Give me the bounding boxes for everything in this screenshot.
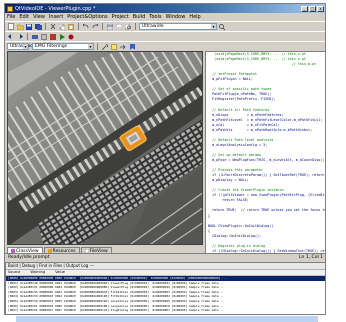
chevron-down-icon[interactable]: ▾ [211, 24, 216, 29]
menu-insert[interactable]: Insert [49, 14, 63, 20]
platform-combo[interactable]: EMG Filterings ▾ [32, 43, 94, 50]
back-arrow-icon[interactable] [7, 33, 15, 41]
save-icon[interactable] [25, 23, 33, 31]
compile-icon[interactable] [31, 33, 39, 41]
menu-file[interactable]: File [7, 14, 15, 20]
menu-bar: File Edit View Insert Project&Options Pr… [5, 13, 325, 21]
status-bar: Ready/Idle prompt Ln 1, Col 1 [5, 253, 325, 261]
minimize-button[interactable]: _ [301, 5, 308, 12]
image-viewer-pane[interactable] [7, 51, 203, 245]
open-folder-icon[interactable] [16, 23, 24, 31]
workspace-icon[interactable] [106, 23, 114, 31]
window-title: QtVideoIDE - ViewerPlugin.cpp * [15, 5, 96, 12]
toolbar-main: Ultrawide ▾ [5, 21, 325, 31]
toolbar-config: Ultrasonic ▾ EMG Filterings ▾ [5, 41, 325, 51]
ide-window: QtVideoIDE - ViewerPlugin.cpp * _ □ x Fi… [4, 3, 326, 315]
app-icon [7, 5, 13, 12]
find-icon[interactable] [218, 23, 226, 31]
paste-icon[interactable] [67, 23, 75, 31]
run-icon[interactable] [58, 33, 66, 41]
menu-project-options[interactable]: Project&Options [67, 14, 107, 20]
toolbar-separator [102, 23, 103, 30]
chevron-down-icon[interactable]: ▾ [23, 44, 28, 49]
config-combo-value: Ultrasonic [10, 44, 33, 49]
cut-icon[interactable] [49, 23, 57, 31]
members-icon[interactable] [110, 43, 118, 51]
output-log-row[interactable]: [0008] 0x1A2B3C69 00000020 0008 CSOURCE … [6, 313, 325, 314]
output-tabs[interactable]: Build | Debug | Find in Files | Output L… [6, 263, 325, 270]
platform-combo-value: EMG Filterings [35, 44, 68, 49]
menu-edit[interactable]: Edit [19, 14, 29, 20]
status-text: Ready/Idle prompt [8, 255, 50, 260]
toolbar-separator [27, 33, 28, 40]
chevron-down-icon[interactable]: ▾ [88, 44, 93, 49]
column-warning[interactable]: Warning [30, 270, 45, 275]
taskbar-strip [16, 316, 318, 322]
undo-icon[interactable] [82, 23, 90, 31]
config-combo[interactable]: Ultrasonic ▾ [7, 43, 33, 50]
menu-window[interactable]: Window [166, 14, 186, 20]
toolbar-secondary [5, 31, 325, 41]
search-combo-value: Ultrawide [142, 24, 164, 29]
workspace: (void)xPageRect(X_CORE_DMYX, ... // this… [5, 51, 325, 255]
output-pane[interactable]: Build | Debug | Find in Files | Output L… [5, 262, 325, 314]
code-line[interactable]: // this.m.pt [206, 62, 325, 67]
toolbar-separator [97, 43, 98, 50]
save-all-icon[interactable] [34, 23, 42, 31]
close-button[interactable]: x [317, 5, 324, 12]
build-icon[interactable] [40, 33, 48, 41]
forward-arrow-icon[interactable] [16, 33, 24, 41]
code-line[interactable]: return TRUE; // return TRUE unless you s… [206, 208, 325, 213]
redo-icon[interactable] [91, 23, 99, 31]
toolbar-separator [78, 23, 79, 30]
microchip-image [8, 52, 202, 244]
code-editor[interactable]: (void)xPageRect(X_CORE_DMYX, ... // this… [205, 51, 325, 255]
menu-build[interactable]: Build [133, 14, 146, 20]
column-source[interactable]: Source [8, 270, 20, 275]
find-in-files-icon[interactable] [124, 23, 132, 31]
copy-icon[interactable] [58, 23, 66, 31]
maximize-button[interactable]: □ [309, 5, 316, 12]
code-line[interactable]: m_nPathFitLevel = m_nPathFitLevelColor.m… [206, 118, 325, 123]
cursor-position: Ln 1, Col 1 [299, 255, 323, 260]
title-bar: QtVideoIDE - ViewerPlugin.cpp * _ □ x [5, 4, 325, 13]
code-line[interactable]: m_pFuse = NewPlugFunc(THIS, m_nLevelAlt,… [206, 158, 325, 163]
toolbar-separator [135, 23, 136, 30]
go-to-definition-icon[interactable] [119, 43, 127, 51]
output-window-icon[interactable] [115, 23, 123, 31]
output-log[interactable]: [0000] 0x00000000 00000000 0000 CSOURCE … [6, 276, 325, 314]
stop-build-icon[interactable] [49, 33, 57, 41]
menu-help[interactable]: Help [189, 14, 200, 20]
toolbar-separator [45, 23, 46, 30]
column-value[interactable]: Value [55, 270, 65, 275]
bookmark-icon[interactable] [128, 43, 136, 51]
menu-tools[interactable]: Tools [149, 14, 161, 20]
code-line[interactable]: m_nPathVis = m_nPathRootInfo.m_bPathVisb… [206, 128, 325, 133]
class-wizard-icon[interactable] [101, 43, 109, 51]
breakpoint-icon[interactable] [67, 33, 75, 41]
new-file-icon[interactable] [7, 23, 15, 31]
menu-project[interactable]: Project [112, 14, 129, 20]
search-combo[interactable]: Ultrawide ▾ [139, 23, 217, 30]
menu-view[interactable]: View [33, 14, 45, 20]
